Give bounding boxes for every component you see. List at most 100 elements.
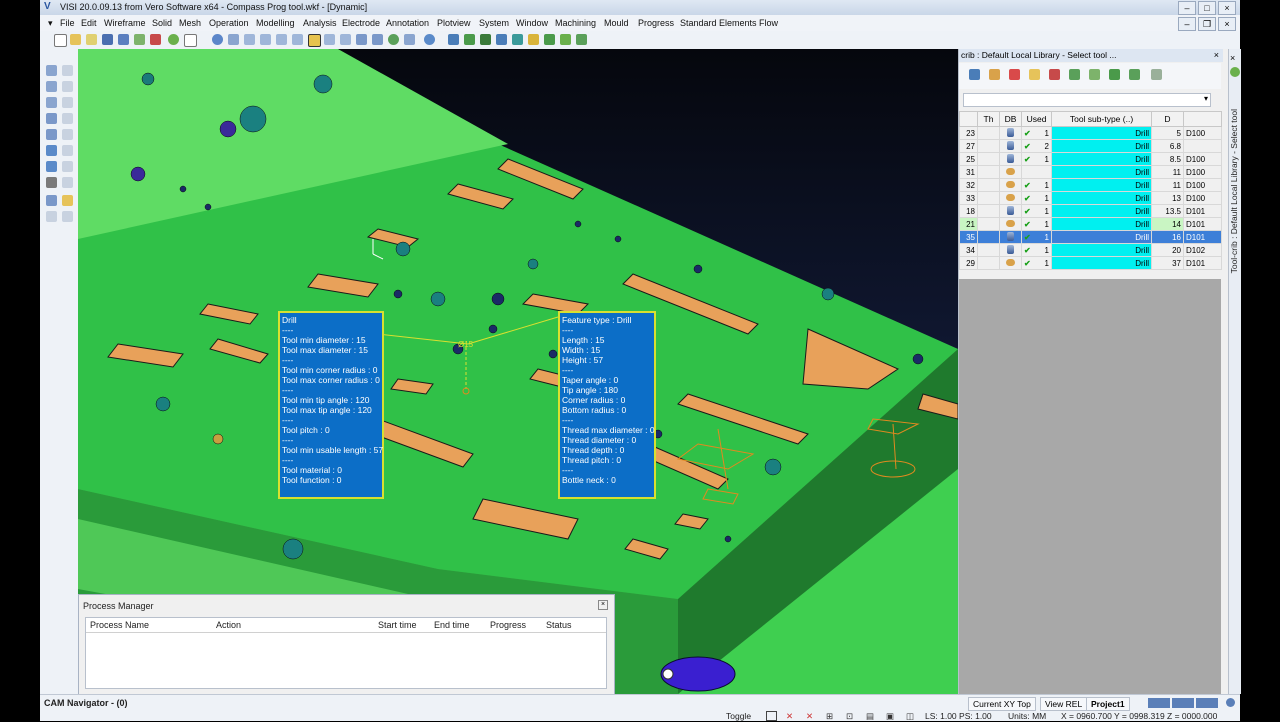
copy-icon[interactable] [62, 81, 73, 92]
col-status[interactable]: Status [546, 620, 572, 630]
undo-icon[interactable] [46, 211, 57, 222]
measure-icon[interactable] [62, 129, 73, 140]
tool-edit-icon[interactable] [1009, 69, 1020, 80]
scale-icon[interactable] [46, 97, 57, 108]
cam-tool-7-icon[interactable] [544, 34, 555, 45]
globe-icon[interactable] [168, 34, 179, 45]
tool-holder-icon[interactable] [989, 69, 1000, 80]
extend-icon[interactable] [62, 113, 73, 124]
tool-check-icon[interactable] [1069, 69, 1080, 80]
menu-mould[interactable]: Mould [604, 18, 629, 28]
menu-modelling[interactable]: Modelling [256, 18, 295, 28]
trim-icon[interactable] [46, 113, 57, 124]
open-recent-icon[interactable] [86, 34, 97, 45]
new-file-icon[interactable] [54, 34, 67, 47]
panel-close-icon[interactable]: × [598, 600, 608, 610]
tool-row[interactable]: 25 ✔ 1 Drill 8.5 D100 [959, 152, 1222, 166]
mirror-icon[interactable] [62, 97, 73, 108]
rotate-icon[interactable] [424, 34, 435, 45]
tool-row[interactable]: 33 ✔ 1 Drill 13 D100 [959, 191, 1222, 205]
info-icon[interactable] [62, 161, 73, 172]
tool-row[interactable]: 35 ✔ 1 Drill 16 D101 [959, 230, 1222, 244]
menu-flow[interactable]: Flow [759, 18, 778, 28]
tool-row[interactable]: 32 ✔ 1 Drill 11 D100 [959, 178, 1222, 192]
snap-toggle-icon[interactable]: ✕ [786, 711, 793, 722]
col-d[interactable]: D [1151, 111, 1184, 127]
tool-export-icon[interactable] [1109, 69, 1120, 80]
col-end-time[interactable]: End time [434, 620, 470, 630]
view-cube-icon[interactable] [228, 34, 239, 45]
side-refresh-icon[interactable] [1230, 67, 1240, 77]
current-view-button[interactable]: Current XY Top [968, 697, 1036, 711]
ortho-toggle-icon[interactable]: ✕ [806, 711, 813, 722]
child-close-icon[interactable]: × [1218, 17, 1236, 31]
move-icon[interactable] [46, 81, 57, 92]
tool-row[interactable]: 27 ✔ 2 Drill 6.8 [959, 139, 1222, 153]
col-progress[interactable]: Progress [490, 620, 526, 630]
save-as-icon[interactable] [118, 34, 129, 45]
tool-import-icon[interactable] [1129, 69, 1140, 80]
delete-icon[interactable] [46, 195, 57, 206]
col-used[interactable]: Used [1021, 111, 1052, 127]
menu-plotview[interactable]: Plotview [437, 18, 471, 28]
menu-annotation[interactable]: Annotation [386, 18, 429, 28]
menu-machining[interactable]: Machining [555, 18, 596, 28]
side-close-icon[interactable]: × [1230, 53, 1235, 63]
cam-navigator-tab[interactable]: CAM Navigator - (0) [44, 698, 128, 708]
view-front-icon[interactable] [244, 34, 255, 45]
cam-tool-1-icon[interactable] [448, 34, 459, 45]
view-active-icon[interactable] [308, 34, 321, 47]
menu-progress[interactable]: Progress [638, 18, 674, 28]
process-table[interactable]: Process Name Action Start time End time … [85, 617, 607, 689]
regenerate-icon[interactable] [212, 34, 223, 45]
tool-row[interactable]: 18 ✔ 1 Drill 13.5 D101 [959, 204, 1222, 218]
axis-toggle-icon[interactable]: ⊞ [826, 711, 833, 722]
folder-icon[interactable] [62, 195, 73, 206]
view-bottom-icon[interactable] [340, 34, 351, 45]
zoom-window-icon[interactable] [404, 34, 415, 45]
select-filter-icon[interactable] [62, 65, 73, 76]
menu-window[interactable]: Window [516, 18, 548, 28]
layer-toggle-icon[interactable]: ▤ [866, 711, 874, 722]
child-minimize-icon[interactable]: – [1178, 17, 1196, 31]
mode-toggle-icon[interactable]: ◫ [906, 711, 914, 722]
layer-icon[interactable] [46, 129, 57, 140]
tool-pencil-icon[interactable] [1029, 69, 1040, 80]
open-folder-icon[interactable] [70, 34, 81, 45]
cam-tool-9-icon[interactable] [576, 34, 587, 45]
trash-icon[interactable] [1151, 69, 1162, 80]
tool-row[interactable]: 31 Drill 11 D100 [959, 165, 1222, 179]
menu-app-icon[interactable]: ▾ [48, 18, 53, 29]
menu-file[interactable]: File [60, 18, 75, 28]
tool-brush-icon[interactable] [1049, 69, 1060, 80]
blank-window-icon[interactable] [184, 34, 197, 47]
globe-icon[interactable] [1226, 698, 1235, 707]
close-icon[interactable]: × [1218, 1, 1236, 15]
print-icon[interactable] [134, 34, 145, 45]
zoom-all-icon[interactable] [388, 34, 399, 45]
tool-crib-side-tab[interactable]: Tool-crib : Default Local Library - Sele… [1229, 109, 1241, 273]
view-side-icon[interactable] [260, 34, 271, 45]
tool-filter-dropdown[interactable]: ▾ [963, 93, 1211, 107]
menu-electrode[interactable]: Electrode [342, 18, 380, 28]
tool-row[interactable]: 23 ✔ 1 Drill 5 D100 [959, 126, 1222, 140]
attr-toggle-icon[interactable]: ▣ [886, 711, 894, 722]
view-rel-button[interactable]: View REL [1040, 697, 1088, 711]
menu-system[interactable]: System [479, 18, 509, 28]
col-th[interactable]: Th [977, 111, 1000, 127]
view-iso-icon[interactable] [292, 34, 303, 45]
tool-row[interactable]: 21 ✔ 1 Drill 14 D101 [959, 217, 1222, 231]
layout-3-icon[interactable] [1196, 698, 1218, 708]
save-icon[interactable] [102, 34, 113, 45]
menu-analysis[interactable]: Analysis [303, 18, 337, 28]
layout-1-icon[interactable] [1148, 698, 1170, 708]
menu-mesh[interactable]: Mesh [179, 18, 201, 28]
wireframe-view-icon[interactable] [372, 34, 383, 45]
col-process-name[interactable]: Process Name [90, 620, 149, 630]
view-top-icon[interactable] [276, 34, 287, 45]
tool-row[interactable]: 29 ✔ 1 Drill 37 D101 [959, 256, 1222, 270]
cam-tool-4-icon[interactable] [496, 34, 507, 45]
show-icon[interactable] [62, 177, 73, 188]
layout-2-icon[interactable] [1172, 698, 1194, 708]
graphics-viewport[interactable]: Ø15 Drill ---- Tool min diameter : 15 To… [78, 49, 958, 694]
